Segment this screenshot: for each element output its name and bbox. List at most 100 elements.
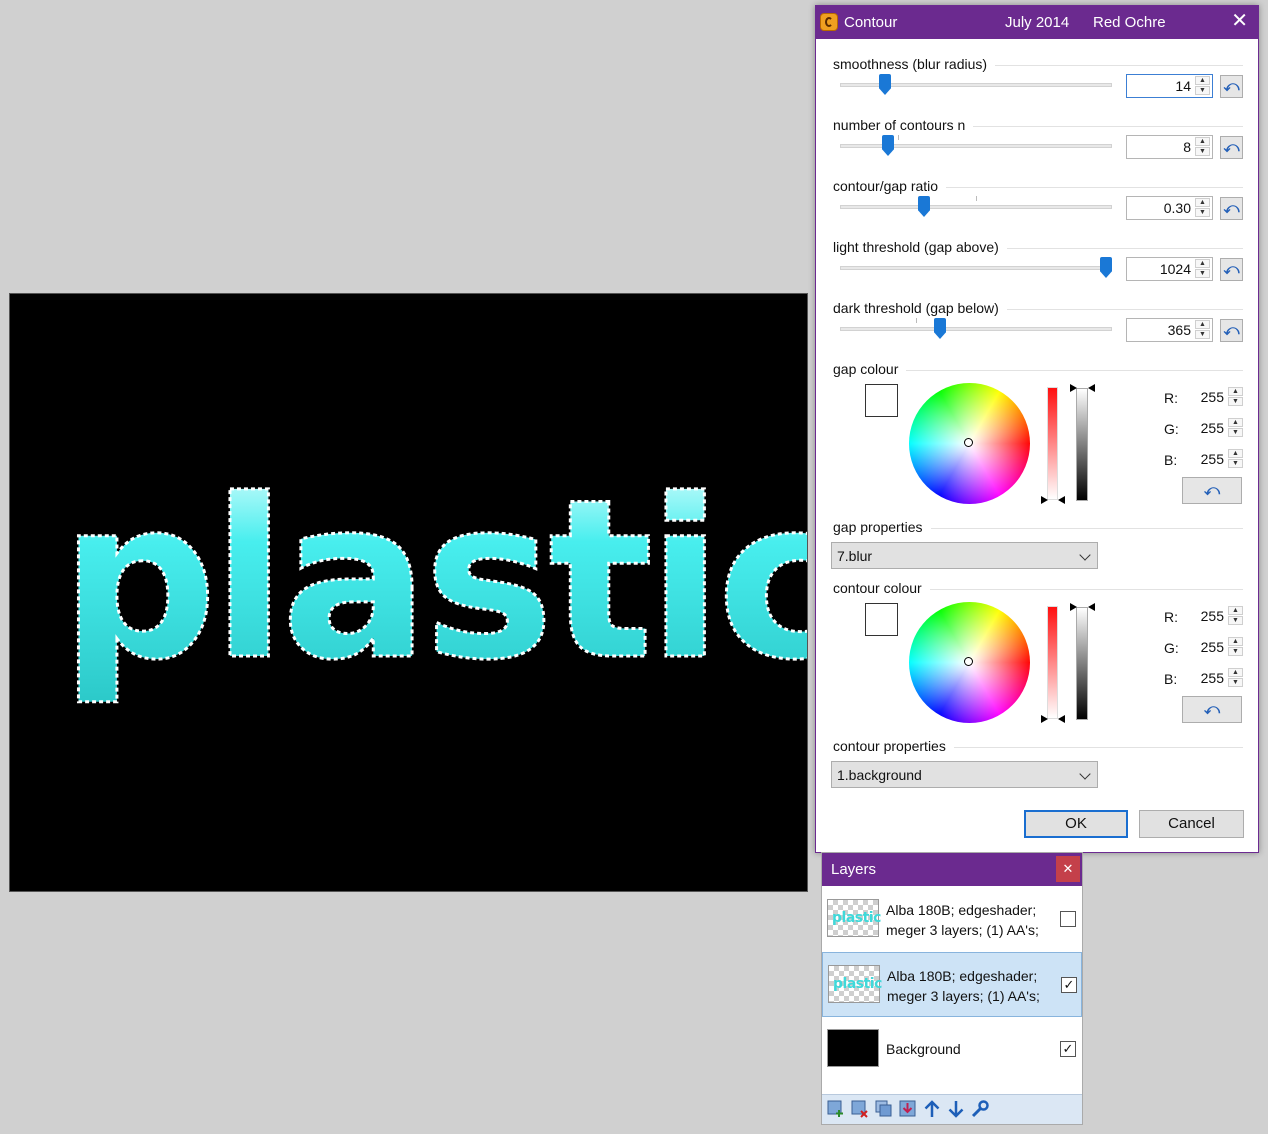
decrement-icon[interactable]: ▼ (1228, 459, 1243, 468)
reset-icon: ⤺ (1203, 701, 1221, 718)
slider-reset-button[interactable]: ⤺ (1220, 319, 1243, 342)
decrement-icon[interactable]: ▼ (1228, 678, 1243, 687)
layer-visibility-checkbox[interactable]: ✓ (1061, 977, 1077, 993)
slider-reset-button[interactable]: ⤺ (1220, 75, 1243, 98)
increment-icon[interactable]: ▲ (1195, 320, 1210, 329)
contour-r-input[interactable]: 255 ▲ ▼ (1190, 606, 1243, 628)
gap-colour-reset-button[interactable]: ⤺ (1182, 477, 1242, 504)
slider-reset-button[interactable]: ⤺ (1220, 197, 1243, 220)
slider-thumb[interactable] (934, 318, 946, 339)
decrement-icon[interactable]: ▼ (1228, 647, 1243, 656)
decrement-icon[interactable]: ▼ (1195, 147, 1210, 156)
layers-titlebar[interactable]: Layers ✕ (822, 853, 1082, 886)
ok-button[interactable]: OK (1024, 810, 1128, 838)
increment-icon[interactable]: ▲ (1195, 76, 1210, 85)
gap-properties-value: 7.blur (837, 548, 873, 564)
cancel-button[interactable]: Cancel (1139, 810, 1244, 838)
increment-icon[interactable]: ▲ (1228, 387, 1243, 396)
colour-picker-marker[interactable] (964, 657, 973, 666)
decrement-icon[interactable]: ▼ (1195, 208, 1210, 217)
reset-icon: ⤺ (1203, 482, 1221, 499)
slider-value-input[interactable]: 14 ▲ ▼ (1126, 74, 1213, 98)
gap-colour-swatch[interactable] (865, 384, 898, 417)
layer-row[interactable]: plastic Alba 180B; edgeshader; meger 3 l… (822, 952, 1082, 1017)
increment-icon[interactable]: ▲ (1195, 137, 1210, 146)
merge-layer-down-icon[interactable] (899, 1100, 917, 1118)
slider-track[interactable] (840, 327, 1112, 331)
increment-icon[interactable]: ▲ (1228, 449, 1243, 458)
saturation-marker-right[interactable] (1058, 496, 1065, 504)
slider-reset-button[interactable]: ⤺ (1220, 258, 1243, 281)
gap-b-input[interactable]: 255 ▲ ▼ (1190, 449, 1243, 471)
layer-name: Background (886, 1041, 961, 1057)
contour-properties-dropdown[interactable]: 1.background (831, 761, 1098, 788)
value-marker-left[interactable] (1070, 603, 1077, 611)
increment-icon[interactable]: ▲ (1228, 606, 1243, 615)
value-marker-right[interactable] (1088, 603, 1095, 611)
contour-colour-value-bar[interactable] (1076, 607, 1088, 720)
gap-r-input[interactable]: 255 ▲ ▼ (1190, 387, 1243, 409)
image-canvas[interactable]: plastic (9, 293, 808, 892)
contour-g-input[interactable]: 255 ▲ ▼ (1190, 637, 1243, 659)
canvas-artwork: plastic (59, 451, 808, 710)
gap-g-input[interactable]: 255 ▲ ▼ (1190, 418, 1243, 440)
increment-icon[interactable]: ▲ (1195, 259, 1210, 268)
value-marker-left[interactable] (1070, 384, 1077, 392)
saturation-marker-left[interactable] (1041, 715, 1048, 723)
slider-value-input[interactable]: 8 ▲ ▼ (1126, 135, 1213, 159)
move-layer-down-icon[interactable] (947, 1100, 965, 1118)
saturation-marker-right[interactable] (1058, 715, 1065, 723)
gap-colour-saturation-bar[interactable] (1047, 387, 1058, 500)
layer-visibility-checkbox[interactable] (1060, 911, 1076, 927)
decrement-icon[interactable]: ▼ (1228, 616, 1243, 625)
layer-properties-icon[interactable] (971, 1100, 989, 1118)
increment-icon[interactable]: ▲ (1195, 198, 1210, 207)
gap-colour-value-bar[interactable] (1076, 388, 1088, 501)
colour-picker-marker[interactable] (964, 438, 973, 447)
slider-track[interactable] (840, 144, 1112, 148)
slider-label: light threshold (gap above) (833, 239, 1007, 255)
slider-value: 0.30 (1163, 200, 1191, 216)
slider-value-input[interactable]: 0.30 ▲ ▼ (1126, 196, 1213, 220)
value-marker-right[interactable] (1088, 384, 1095, 392)
layer-row[interactable]: Background ✓ (822, 1017, 1082, 1082)
decrement-icon[interactable]: ▼ (1195, 330, 1210, 339)
dialog-titlebar[interactable]: Contour July 2014 Red Ochre ✕ (816, 6, 1258, 39)
contour-colour-saturation-bar[interactable] (1047, 606, 1058, 719)
decrement-icon[interactable]: ▼ (1195, 269, 1210, 278)
saturation-marker-left[interactable] (1041, 496, 1048, 504)
close-icon[interactable]: ✕ (1056, 856, 1080, 882)
duplicate-layer-icon[interactable] (875, 1100, 893, 1118)
slider-thumb[interactable] (882, 135, 894, 156)
slider-value-input[interactable]: 365 ▲ ▼ (1126, 318, 1213, 342)
increment-icon[interactable]: ▲ (1228, 418, 1243, 427)
layer-visibility-checkbox[interactable]: ✓ (1060, 1041, 1076, 1057)
delete-layer-icon[interactable] (851, 1100, 869, 1118)
contour-colour-wheel[interactable] (909, 602, 1030, 723)
slider-thumb[interactable] (879, 74, 891, 95)
contour-b-input[interactable]: 255 ▲ ▼ (1190, 668, 1243, 690)
reset-icon: ⤺ (1223, 139, 1240, 156)
slider-section: contour/gap ratio 0.30 ▲ ▼ ⤺ (833, 178, 1243, 236)
contour-colour-reset-button[interactable]: ⤺ (1182, 696, 1242, 723)
slider-track[interactable] (840, 266, 1112, 270)
slider-value-input[interactable]: 1024 ▲ ▼ (1126, 257, 1213, 281)
gap-colour-wheel[interactable] (909, 383, 1030, 504)
move-layer-up-icon[interactable] (923, 1100, 941, 1118)
gap-properties-dropdown[interactable]: 7.blur (831, 542, 1098, 569)
increment-icon[interactable]: ▲ (1228, 668, 1243, 677)
slider-thumb[interactable] (1100, 257, 1112, 278)
slider-label: smoothness (blur radius) (833, 56, 996, 72)
slider-thumb[interactable] (918, 196, 930, 217)
close-icon[interactable]: ✕ (1231, 11, 1248, 31)
slider-value: 365 (1167, 322, 1191, 338)
layer-row[interactable]: plastic Alba 180B; edgeshader; meger 3 l… (822, 887, 1082, 952)
slider-track[interactable] (840, 205, 1112, 209)
decrement-icon[interactable]: ▼ (1195, 86, 1210, 95)
decrement-icon[interactable]: ▼ (1228, 397, 1243, 406)
decrement-icon[interactable]: ▼ (1228, 428, 1243, 437)
increment-icon[interactable]: ▲ (1228, 637, 1243, 646)
contour-colour-swatch[interactable] (865, 603, 898, 636)
add-layer-icon[interactable] (827, 1100, 845, 1118)
slider-reset-button[interactable]: ⤺ (1220, 136, 1243, 159)
